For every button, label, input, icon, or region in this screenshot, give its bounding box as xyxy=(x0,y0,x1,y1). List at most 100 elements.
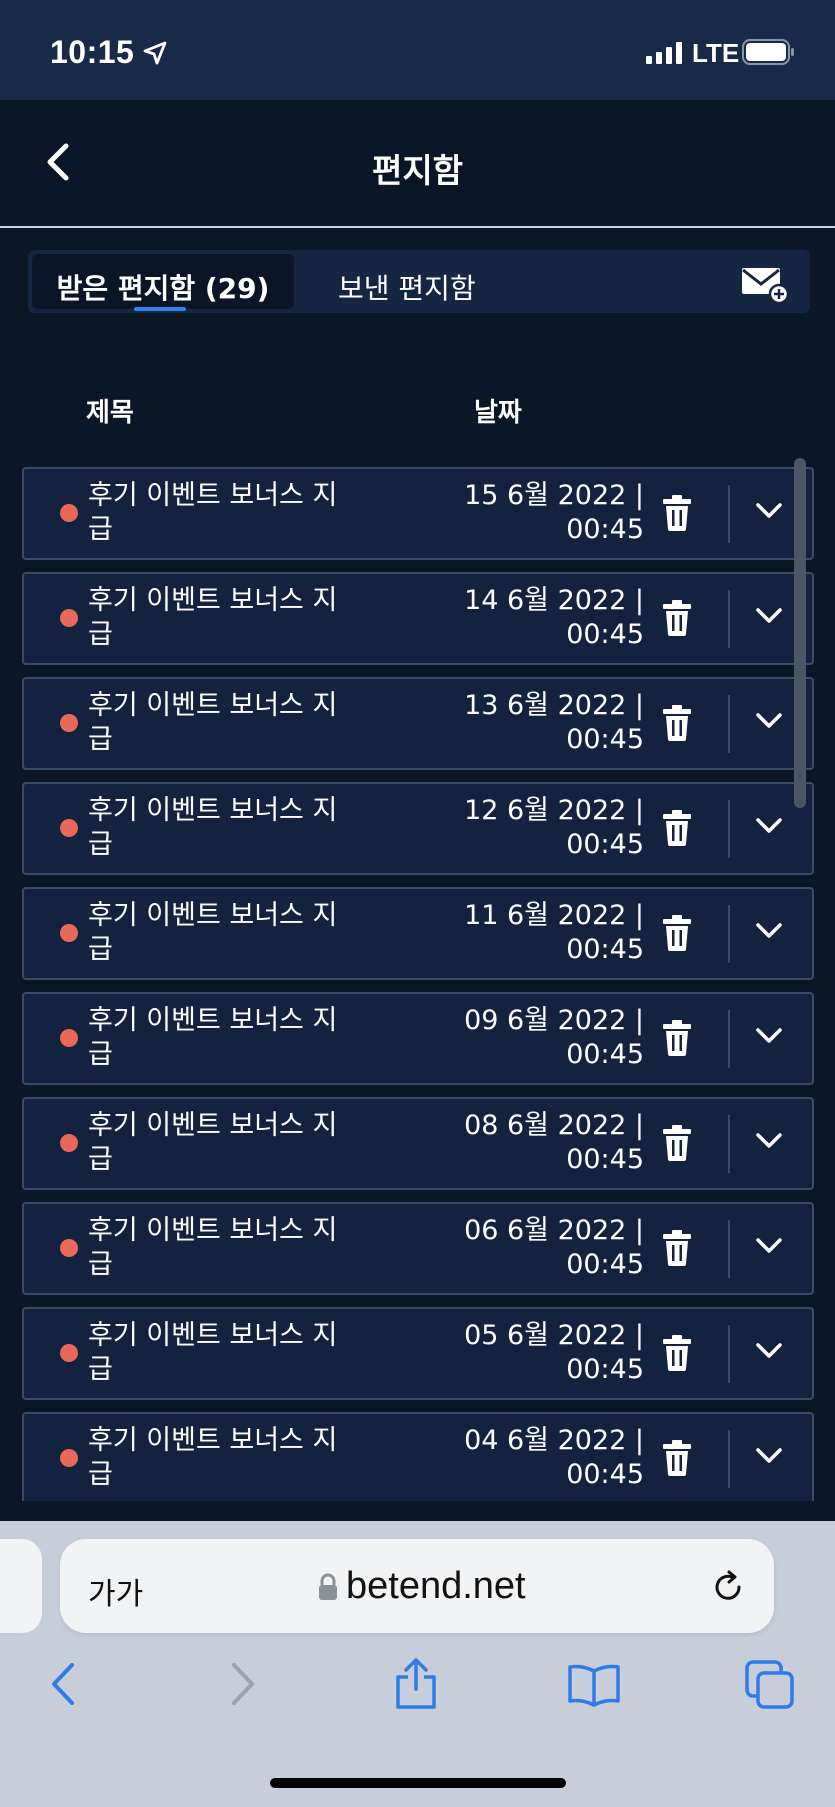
unread-indicator xyxy=(60,504,78,522)
trash-icon[interactable] xyxy=(662,1440,692,1476)
unread-indicator xyxy=(60,609,78,627)
network-type: LTE xyxy=(692,38,740,68)
unread-indicator xyxy=(60,1344,78,1362)
trash-icon[interactable] xyxy=(662,1125,692,1161)
message-subject: 후기 이벤트 보너스 지급 xyxy=(88,1005,338,1070)
chevron-down-icon[interactable] xyxy=(754,1234,784,1258)
message-date-day: 14 6월 2022 | xyxy=(464,585,644,616)
browser-forward-icon[interactable] xyxy=(226,1661,260,1707)
trash-icon[interactable] xyxy=(662,495,692,531)
column-header-subject: 제목 xyxy=(86,398,134,428)
share-icon[interactable] xyxy=(392,1657,440,1711)
browser-toolbar: 가가 betend.net xyxy=(0,1521,835,1807)
browser-back-icon[interactable] xyxy=(46,1661,80,1707)
address-bar[interactable]: 가가 betend.net xyxy=(60,1539,774,1633)
message-date-day: 11 6월 2022 | xyxy=(464,900,644,931)
message-subject: 후기 이벤트 보너스 지급 xyxy=(88,1425,338,1490)
message-date-day: 09 6월 2022 | xyxy=(464,1005,644,1036)
column-header-date: 날짜 xyxy=(474,398,522,428)
status-time: 10:15 xyxy=(50,34,135,70)
message-subject: 후기 이벤트 보너스 지급 xyxy=(88,480,338,545)
status-bar: 10:15 LTE xyxy=(0,0,835,100)
message-row[interactable]: 후기 이벤트 보너스 지급 08 6월 2022 | 00:45 xyxy=(22,1097,814,1190)
message-date-day: 12 6월 2022 | xyxy=(464,795,644,826)
tab-inbox[interactable]: 받은 편지함 (29) xyxy=(32,254,294,311)
message-subject: 후기 이벤트 보너스 지급 xyxy=(88,900,338,965)
message-date-time: 00:45 xyxy=(566,934,644,965)
message-date-day: 05 6월 2022 | xyxy=(464,1320,644,1351)
message-date-day: 13 6월 2022 | xyxy=(464,690,644,721)
tab-sent[interactable]: 보낸 편지함 xyxy=(338,254,538,309)
chevron-down-icon[interactable] xyxy=(754,1444,784,1468)
tabs-icon[interactable] xyxy=(744,1659,796,1709)
message-subject: 후기 이벤트 보너스 지급 xyxy=(88,1215,338,1280)
url-text: betend.net xyxy=(346,1565,526,1607)
message-row[interactable]: 후기 이벤트 보너스 지급 14 6월 2022 | 00:45 xyxy=(22,572,814,665)
chevron-down-icon[interactable] xyxy=(754,1129,784,1153)
chevron-down-icon[interactable] xyxy=(754,1339,784,1363)
message-date: 05 6월 2022 | 00:45 xyxy=(404,1319,644,1387)
message-date-time: 00:45 xyxy=(566,1354,644,1385)
message-row[interactable]: 후기 이벤트 보너스 지급 09 6월 2022 | 00:45 xyxy=(22,992,814,1085)
trash-icon[interactable] xyxy=(662,1020,692,1056)
unread-indicator xyxy=(60,714,78,732)
row-divider xyxy=(728,590,730,648)
unread-indicator xyxy=(60,1029,78,1047)
chevron-down-icon[interactable] xyxy=(754,604,784,628)
message-subject: 후기 이벤트 보너스 지급 xyxy=(88,795,338,860)
message-date: 12 6월 2022 | 00:45 xyxy=(404,794,644,862)
tab-sent-label: 보낸 편지함 xyxy=(338,272,476,305)
cellular-signal-icon xyxy=(646,42,682,64)
chevron-down-icon[interactable] xyxy=(754,814,784,838)
message-date-day: 04 6월 2022 | xyxy=(464,1425,644,1456)
row-divider xyxy=(728,695,730,753)
trash-icon[interactable] xyxy=(662,1335,692,1371)
trash-icon[interactable] xyxy=(662,1230,692,1266)
chevron-down-icon[interactable] xyxy=(754,919,784,943)
row-divider xyxy=(728,800,730,858)
tab-inbox-label: 받은 편지함 (29) xyxy=(56,272,270,305)
chevron-down-icon[interactable] xyxy=(754,1024,784,1048)
message-date-time: 00:45 xyxy=(566,829,644,860)
trash-icon[interactable] xyxy=(662,705,692,741)
list-scrollbar[interactable] xyxy=(794,458,806,808)
message-date: 08 6월 2022 | 00:45 xyxy=(404,1109,644,1177)
mailbox-tabs: 받은 편지함 (29) 보낸 편지함 xyxy=(28,250,810,313)
unread-indicator xyxy=(60,819,78,837)
lock-icon xyxy=(319,1573,337,1600)
message-date: 06 6월 2022 | 00:45 xyxy=(404,1214,644,1282)
message-row[interactable]: 후기 이벤트 보너스 지급 11 6월 2022 | 00:45 xyxy=(22,887,814,980)
message-date-time: 00:45 xyxy=(566,1249,644,1280)
previous-tab-preview[interactable] xyxy=(0,1539,42,1633)
message-row[interactable]: 후기 이벤트 보너스 지급 13 6월 2022 | 00:45 xyxy=(22,677,814,770)
page-title: 편지함 xyxy=(371,151,464,190)
active-tab-indicator xyxy=(134,307,186,311)
message-row[interactable]: 후기 이벤트 보너스 지급 12 6월 2022 | 00:45 xyxy=(22,782,814,875)
compose-mail-icon[interactable] xyxy=(740,264,790,304)
message-subject: 후기 이벤트 보너스 지급 xyxy=(88,585,338,650)
message-subject: 후기 이벤트 보너스 지급 xyxy=(88,690,338,755)
unread-indicator xyxy=(60,924,78,942)
reload-icon[interactable] xyxy=(710,1569,746,1605)
row-divider xyxy=(728,1325,730,1383)
row-divider xyxy=(728,1220,730,1278)
message-date: 09 6월 2022 | 00:45 xyxy=(404,1004,644,1072)
message-row[interactable]: 후기 이벤트 보너스 지급 06 6월 2022 | 00:45 xyxy=(22,1202,814,1295)
row-divider xyxy=(728,905,730,963)
message-row[interactable]: 후기 이벤트 보너스 지급 15 6월 2022 | 00:45 xyxy=(22,467,814,560)
row-divider xyxy=(728,1430,730,1488)
message-row[interactable]: 후기 이벤트 보너스 지급 04 6월 2022 | 00:45 xyxy=(22,1412,814,1501)
trash-icon[interactable] xyxy=(662,600,692,636)
trash-icon[interactable] xyxy=(662,915,692,951)
row-divider xyxy=(728,1115,730,1173)
message-row[interactable]: 후기 이벤트 보너스 지급 05 6월 2022 | 00:45 xyxy=(22,1307,814,1400)
bookmarks-icon[interactable] xyxy=(566,1663,622,1707)
chevron-down-icon[interactable] xyxy=(754,709,784,733)
unread-indicator xyxy=(60,1449,78,1467)
row-divider xyxy=(728,1010,730,1068)
text-size-button[interactable]: 가가 xyxy=(88,1569,143,1613)
message-subject: 후기 이벤트 보너스 지급 xyxy=(88,1320,338,1385)
message-date-time: 00:45 xyxy=(566,1459,644,1490)
trash-icon[interactable] xyxy=(662,810,692,846)
chevron-down-icon[interactable] xyxy=(754,499,784,523)
